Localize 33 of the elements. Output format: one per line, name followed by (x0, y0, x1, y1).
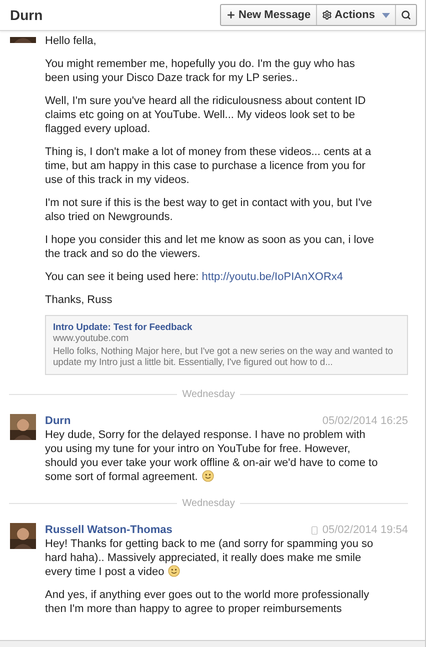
smiley-icon (202, 470, 214, 482)
preview-excerpt: Hello folks, Nothing Major here, but I've got a new series on the way and wanted to update my Intro just a little bit. Essentially, I've figured out how to d... (53, 346, 394, 368)
sender-name[interactable]: Durn (45, 414, 71, 428)
message-text: Thanks, Russ (45, 294, 112, 306)
timestamp: 05/02/2014 19:54 (322, 523, 408, 537)
new-message-button[interactable]: New Message (220, 5, 316, 25)
link-preview[interactable] (45, 315, 408, 375)
smiley-icon (168, 565, 180, 577)
message-text: Hey! Thanks for getting back to me (and sorry for spamming you so hard haha).. Massively appreciated, it really does make me smile every time I post a video (45, 538, 374, 578)
search-button[interactable] (395, 5, 416, 25)
message-text: You might remember me, hopefully you do. I'm the guy who has been using your Disco Daze track for my LP series.. (45, 58, 355, 84)
phone-icon (310, 526, 320, 534)
message-text: Thing is, I don't make a lot of money from these videos... cents at a time, but am happy in this case to purchase a licence from you for use of this track in my videos. (45, 146, 372, 186)
message-text: Well, I'm sure you've heard all the ridiculousness about content ID claims etc going on at YouTube. Well... My videos look set to be flagged every upload. (45, 95, 366, 135)
message-text: I hope you consider this and let me know as soon as you can, i love the track and so do the viewers. (45, 234, 374, 260)
gear-icon (322, 10, 332, 20)
caret-icon (382, 12, 390, 18)
link[interactable]: http://youtu.be/IoPIAnXORx4 (202, 271, 344, 283)
message-text: Hey dude, Sorry for the delayed response. I have no problem with you using my tune for your intro on YouTube for free. However, should you ever take your work offline & on-air we'd have to come to some sort of formal agreement. (45, 429, 378, 483)
timestamp: 05/02/2014 16:25 (322, 414, 408, 428)
sender-name[interactable]: Russell Watson-Thomas (45, 523, 172, 537)
message-text: Hello fella, (45, 35, 96, 47)
actions-button[interactable]: Actions (316, 5, 395, 25)
plus-icon (226, 10, 236, 20)
preview-site: www.youtube.com (53, 333, 130, 344)
message-text: You can see it being used here: http://youtu.be/IoPIAnXORx4 (45, 271, 344, 283)
preview-title: Intro Update: Test for Feedback (53, 322, 194, 333)
message-text: I'm not sure if this is the best way to get in contact with you, but I've also tried on Newgrounds. (45, 197, 372, 223)
conversation-title: Durn (10, 6, 43, 24)
date-divider: Wednesday (182, 497, 235, 511)
date-divider: Wednesday (182, 388, 235, 402)
search-icon (401, 10, 411, 20)
message-text: And yes, if anything ever goes out to the world more professionally then I'm more than happy to agree to proper reimbursements (45, 589, 370, 615)
